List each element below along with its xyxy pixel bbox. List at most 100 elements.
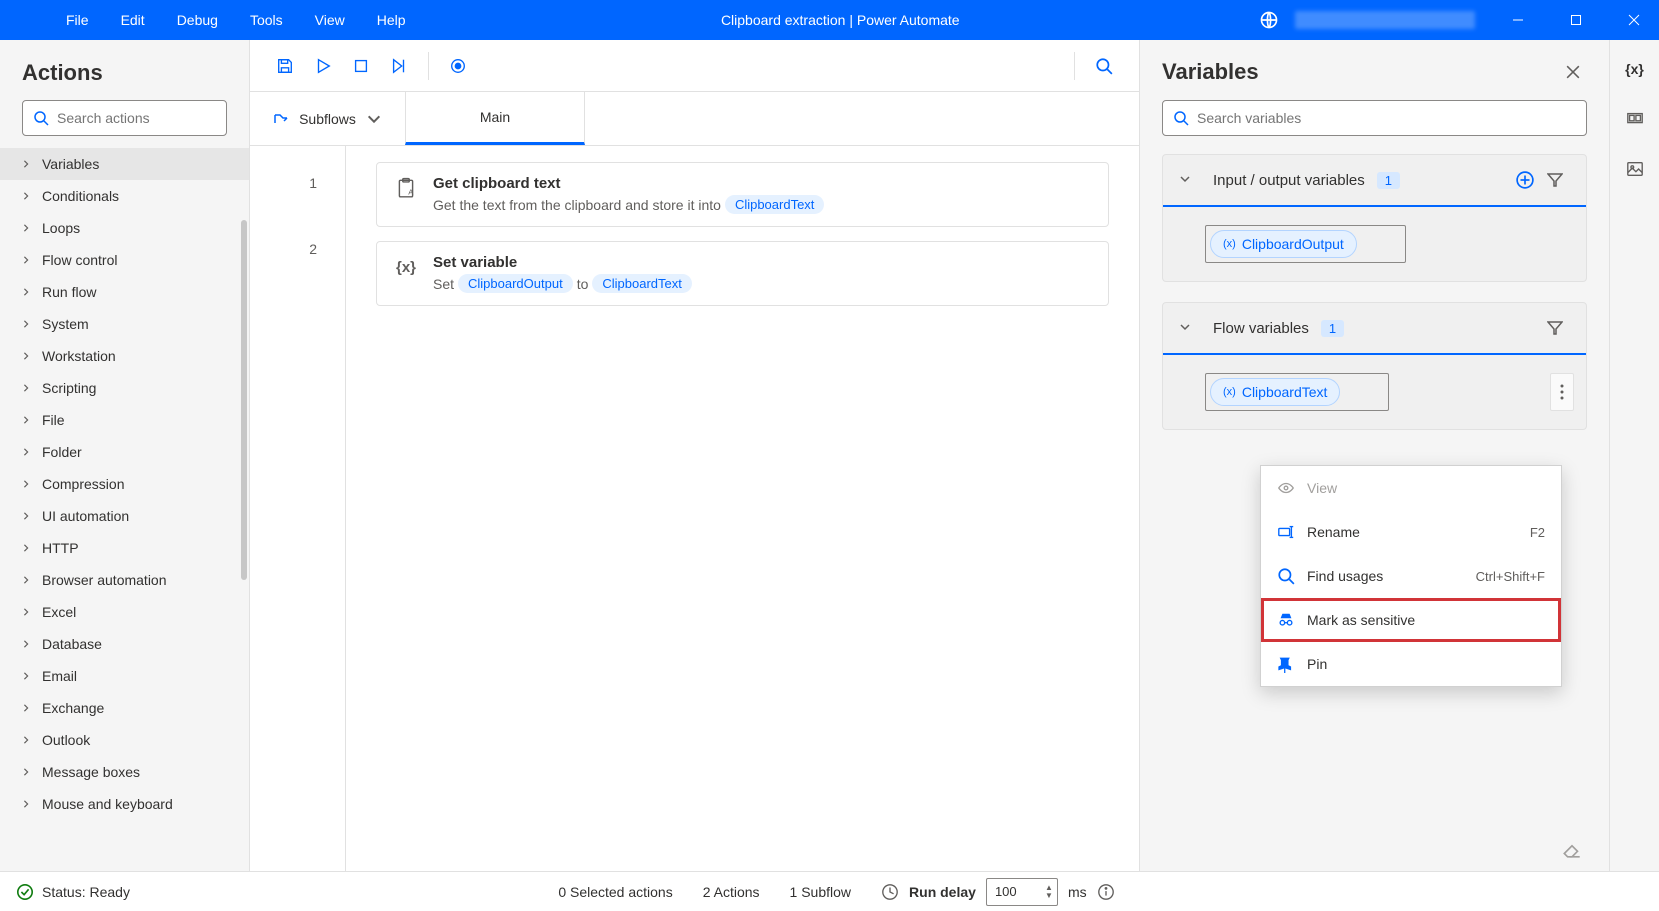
variable-more-button[interactable]: [1550, 373, 1574, 411]
variable-chip: ClipboardText: [592, 274, 692, 293]
actions-search[interactable]: [22, 100, 227, 136]
action-category[interactable]: Scripting: [0, 372, 249, 404]
actions-panel: Actions VariablesConditionalsLoopsFlow c…: [0, 40, 250, 871]
action-category-label: Loops: [42, 220, 80, 236]
flow-step[interactable]: {x} Set variable Set ClipboardOutput to …: [376, 241, 1109, 306]
action-category[interactable]: Excel: [0, 596, 249, 628]
action-category-label: Database: [42, 636, 102, 652]
menu-bar: File Edit Debug Tools View Help: [0, 0, 422, 40]
action-category[interactable]: Mouse and keyboard: [0, 788, 249, 820]
menu-tools[interactable]: Tools: [234, 0, 299, 40]
menu-edit[interactable]: Edit: [105, 0, 161, 40]
scrollbar-thumb[interactable]: [241, 220, 247, 580]
search-icon: [1173, 110, 1189, 126]
action-category-label: Exchange: [42, 700, 104, 716]
info-icon[interactable]: [1097, 883, 1115, 901]
menu-file[interactable]: File: [50, 0, 105, 40]
spinner-buttons[interactable]: ▲▼: [1045, 884, 1053, 900]
clipboard-icon: A: [395, 177, 417, 199]
subflow-tabs: Subflows Main: [250, 92, 1139, 146]
action-category[interactable]: Database: [0, 628, 249, 660]
io-variables-header[interactable]: Input / output variables 1: [1163, 155, 1586, 207]
line-number: 2: [250, 212, 345, 286]
rail-ui-elements-button[interactable]: [1620, 104, 1650, 134]
minimize-button[interactable]: [1493, 0, 1543, 40]
chevron-right-icon: [22, 768, 32, 776]
chevron-right-icon: [22, 448, 32, 456]
flow-variables-header[interactable]: Flow variables 1: [1163, 303, 1586, 355]
action-category-label: Browser automation: [42, 572, 167, 588]
pin-icon: [1277, 655, 1295, 673]
close-button[interactable]: [1609, 0, 1659, 40]
filter-button[interactable]: [1540, 165, 1570, 195]
chevron-right-icon: [22, 480, 32, 488]
eraser-button[interactable]: [1561, 837, 1583, 859]
count-badge: 1: [1321, 320, 1344, 337]
action-category-list[interactable]: Variables Conditionals Loops Flow controlRu…: [0, 148, 249, 871]
flow-step[interactable]: A Get clipboard text Get the text from t…: [376, 162, 1109, 227]
chevron-right-icon: [22, 320, 32, 328]
chevron-right-icon: [22, 512, 32, 520]
maximize-button[interactable]: [1551, 0, 1601, 40]
action-category[interactable]: Message boxes: [0, 756, 249, 788]
action-category[interactable]: Browser automation: [0, 564, 249, 596]
selected-actions-count: 0 Selected actions: [558, 884, 672, 900]
close-panel-button[interactable]: [1559, 58, 1587, 86]
variable-pill[interactable]: (x)ClipboardOutput: [1210, 230, 1357, 258]
action-category[interactable]: Flow control: [0, 244, 249, 276]
add-variable-button[interactable]: [1510, 165, 1540, 195]
ctx-pin[interactable]: Pin: [1261, 642, 1561, 686]
action-category[interactable]: File: [0, 404, 249, 436]
action-category[interactable]: Run flow: [0, 276, 249, 308]
action-category[interactable]: Compression: [0, 468, 249, 500]
chevron-right-icon: [22, 576, 32, 584]
action-category[interactable]: Email: [0, 660, 249, 692]
actions-search-input[interactable]: [57, 110, 238, 126]
action-category[interactable]: Loops: [0, 212, 249, 244]
action-category[interactable]: HTTP: [0, 532, 249, 564]
line-gutter: 1 2: [250, 146, 345, 871]
action-category[interactable]: Exchange: [0, 692, 249, 724]
variables-search[interactable]: [1162, 100, 1587, 136]
action-category[interactable]: Variables: [0, 148, 249, 180]
tab-main[interactable]: Main: [405, 92, 585, 145]
menu-debug[interactable]: Debug: [161, 0, 234, 40]
menu-help[interactable]: Help: [361, 0, 422, 40]
recorder-button[interactable]: [439, 47, 477, 85]
run-delay-input[interactable]: 100 ▲▼: [986, 878, 1058, 906]
ctx-rename[interactable]: Rename F2: [1261, 510, 1561, 554]
variable-slot[interactable]: (x)ClipboardText: [1205, 373, 1389, 411]
search-flow-button[interactable]: [1085, 47, 1123, 85]
step-title: Set variable: [433, 254, 1090, 271]
filter-button[interactable]: [1540, 313, 1570, 343]
eye-icon: [1277, 479, 1295, 497]
action-category-label: Workstation: [42, 348, 116, 364]
rail-images-button[interactable]: [1620, 154, 1650, 184]
action-category-label: Conditionals: [42, 188, 119, 204]
ctx-mark-sensitive[interactable]: Mark as sensitive: [1261, 598, 1561, 642]
action-category[interactable]: UI automation: [0, 500, 249, 532]
action-category[interactable]: System: [0, 308, 249, 340]
run-button[interactable]: [304, 47, 342, 85]
chevron-right-icon: [22, 224, 32, 232]
action-category[interactable]: Conditionals: [0, 180, 249, 212]
save-button[interactable]: [266, 47, 304, 85]
stop-button[interactable]: [342, 47, 380, 85]
action-category[interactable]: Outlook: [0, 724, 249, 756]
environment-icon: [1259, 10, 1279, 30]
chevron-right-icon: [22, 704, 32, 712]
subflows-dropdown[interactable]: Subflows: [250, 92, 405, 145]
action-category[interactable]: Workstation: [0, 340, 249, 372]
chevron-down-icon: [366, 111, 382, 127]
action-category-label: Compression: [42, 476, 124, 492]
section-title: Flow variables: [1213, 320, 1309, 337]
variable-slot[interactable]: (x)ClipboardOutput: [1205, 225, 1406, 263]
action-category[interactable]: Folder: [0, 436, 249, 468]
step-button[interactable]: [380, 47, 418, 85]
menu-view[interactable]: View: [299, 0, 361, 40]
variable-pill[interactable]: (x)ClipboardText: [1210, 378, 1340, 406]
rail-variables-button[interactable]: {x}: [1620, 54, 1650, 84]
titlebar: File Edit Debug Tools View Help Clipboar…: [0, 0, 1659, 40]
ctx-find-usages[interactable]: Find usages Ctrl+Shift+F: [1261, 554, 1561, 598]
variables-search-input[interactable]: [1197, 110, 1576, 126]
